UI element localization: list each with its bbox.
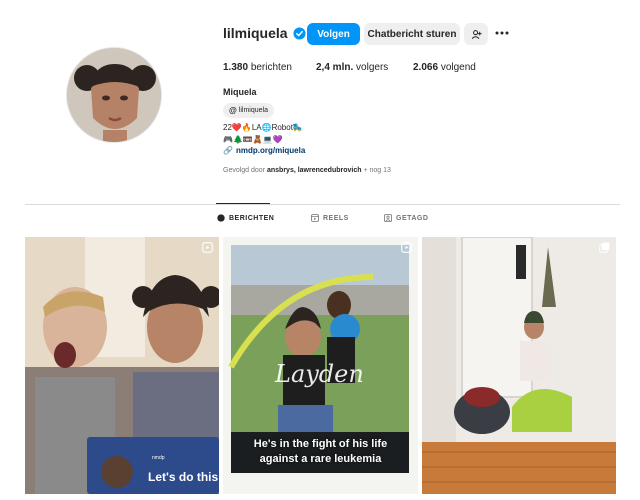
- grid-icon: [217, 214, 225, 222]
- profile-avatar[interactable]: [66, 47, 162, 143]
- post-thumbnail[interactable]: [422, 237, 616, 494]
- profile-divider: [25, 204, 620, 205]
- following-count: 2.066: [413, 62, 439, 73]
- person-add-icon: [471, 29, 482, 39]
- post-thumbnail[interactable]: [25, 237, 219, 494]
- post-image: [422, 237, 616, 494]
- tab-tagged-label: GETAGD: [396, 214, 429, 222]
- following-stat[interactable]: 2.066 volgend: [413, 62, 476, 73]
- followed-by[interactable]: Gevolgd door ansbrys, lawrencedubrovich …: [223, 167, 391, 174]
- tab-reels[interactable]: REELS: [311, 214, 349, 222]
- tab-tagged[interactable]: GETAGD: [384, 214, 428, 222]
- following-label: volgend: [440, 62, 476, 73]
- full-name: Miquela: [223, 87, 257, 97]
- active-tab-indicator: [216, 203, 270, 204]
- followed-by-prefix: Gevolgd door: [223, 167, 266, 174]
- bio-link[interactable]: 🔗 nmdp.org/miquela: [223, 146, 305, 155]
- message-button[interactable]: Chatbericht sturen: [364, 23, 460, 45]
- post-script-name: Layden: [275, 360, 364, 388]
- tab-posts-label: BERICHTEN: [229, 214, 275, 222]
- tab-posts[interactable]: BERICHTEN: [217, 214, 274, 222]
- post-caption-line-2: against a rare leukemia: [259, 453, 382, 465]
- reel-icon: [202, 242, 213, 253]
- more-options-button[interactable]: [493, 25, 511, 41]
- verified-badge-icon: [293, 26, 306, 40]
- username: lilmiquela: [223, 25, 288, 41]
- posts-label: berichten: [250, 62, 292, 73]
- tab-reels-label: REELS: [323, 214, 349, 222]
- bio-line-2: 🎮🌲📼🧸💻💜: [223, 135, 283, 144]
- suggest-accounts-button[interactable]: [464, 23, 488, 45]
- follow-button[interactable]: Volgen: [307, 23, 360, 45]
- reels-icon: [311, 214, 319, 222]
- post-image: [25, 237, 219, 494]
- threads-icon: @: [229, 106, 237, 115]
- link-icon: 🔗: [223, 146, 233, 155]
- bio-line-1: 22❤️🔥LA🌐Robot🛼: [223, 123, 303, 132]
- reel-icon: [401, 242, 412, 253]
- tagged-icon: [384, 214, 392, 222]
- followers-stat[interactable]: 2,4 mln. volgers: [316, 62, 388, 73]
- followers-label: volgers: [356, 62, 389, 73]
- followed-by-suffix: + nog 13: [363, 167, 391, 174]
- followed-by-names: ansbrys, lawrencedubrovich: [266, 167, 362, 174]
- threads-handle: lilmiquela: [238, 107, 268, 114]
- carousel-icon: [599, 242, 610, 253]
- post-card-text: Let's do this: [148, 470, 219, 484]
- more-horizontal-icon: [495, 31, 509, 35]
- profile-header: lilmiquela: [223, 22, 306, 44]
- post-caption: He's in the fight of his life against a …: [223, 437, 418, 467]
- post-caption-line-1: He's in the fight of his life: [253, 438, 388, 450]
- threads-badge[interactable]: @ lilmiquela: [223, 103, 274, 118]
- followers-count: 2,4 mln.: [316, 62, 354, 73]
- posts-count: 1.380: [223, 62, 249, 73]
- post-card-brand: nmdp: [152, 455, 165, 461]
- bio-link-text: nmdp.org/miquela: [235, 146, 306, 155]
- posts-stat: 1.380 berichten: [223, 62, 292, 73]
